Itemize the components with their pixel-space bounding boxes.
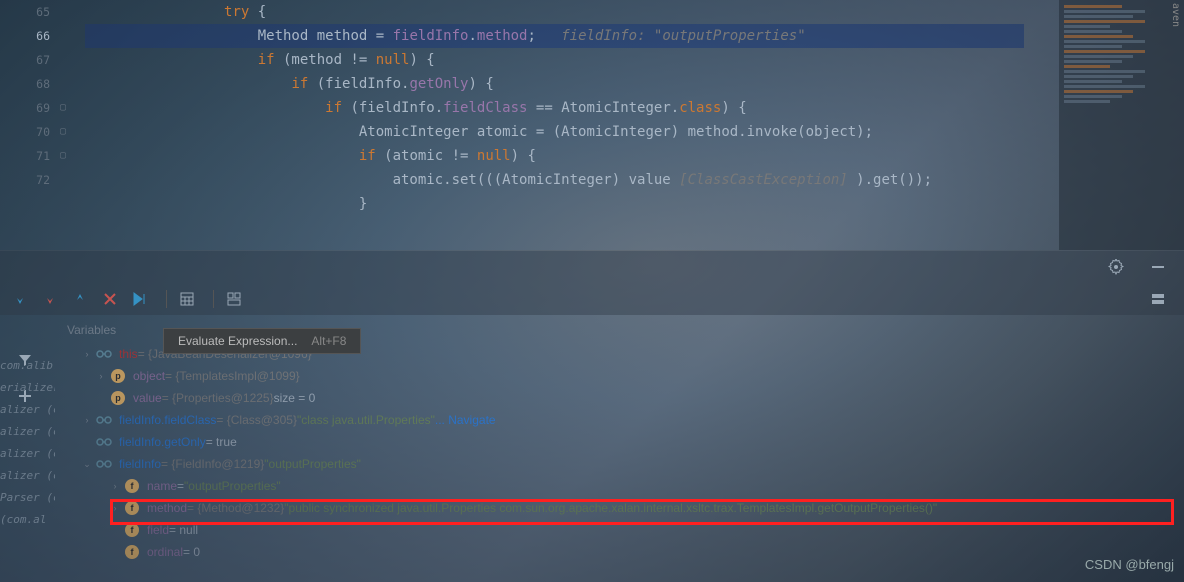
- code-content[interactable]: try { Method method = fieldInfo.method; …: [60, 0, 1184, 250]
- layout-toggle-icon[interactable]: [1146, 287, 1170, 311]
- variable-fieldclass[interactable]: › fieldInfo.fieldClass = {Class@305} "cl…: [65, 409, 1184, 431]
- code-line-72: atomic.set(((AtomicInteger) value [Class…: [165, 168, 1184, 192]
- minimap[interactable]: aven: [1059, 0, 1184, 250]
- param-icon: p: [109, 391, 127, 405]
- tooltip-label: Evaluate Expression...: [178, 334, 297, 348]
- line-number: 66: [0, 24, 50, 48]
- param-icon: p: [109, 369, 127, 383]
- tooltip-shortcut: Alt+F8: [311, 334, 346, 348]
- evaluate-expression-tooltip[interactable]: Evaluate Expression... Alt+F8: [163, 328, 361, 354]
- code-line-66: Method method = fieldInfo.method; fieldI…: [165, 24, 1184, 48]
- line-number: 68: [0, 72, 50, 96]
- line-number: 71: [0, 144, 50, 168]
- code-line-68: if (fieldInfo.getOnly) {: [165, 72, 1184, 96]
- expand-icon[interactable]: ›: [93, 367, 109, 385]
- variable-method-field[interactable]: › f method = {Method@1232} "public synch…: [65, 497, 1184, 519]
- navigate-link[interactable]: ... Navigate: [435, 411, 496, 429]
- code-line-70: AtomicInteger atomic = (AtomicInteger) m…: [165, 120, 1184, 144]
- step-cancel-icon[interactable]: [98, 287, 122, 311]
- variable-name-field[interactable]: › f name = "outputProperties": [65, 475, 1184, 497]
- variable-getonly[interactable]: fieldInfo.getOnly = true: [65, 431, 1184, 453]
- settings-icon[interactable]: [1104, 255, 1128, 279]
- collapse-icon[interactable]: ⌄: [79, 455, 95, 473]
- field-icon: f: [123, 545, 141, 559]
- variable-ordinal-field[interactable]: f ordinal = 0: [65, 541, 1184, 563]
- step-up-icon[interactable]: [68, 287, 92, 311]
- code-line-71: if (atomic != null) {: [165, 144, 1184, 168]
- variable-name: this: [119, 345, 138, 363]
- watch-icon: [95, 435, 113, 449]
- code-editor: 65 66 67 68 69 70 71 72 ▢▢▢ try { Method…: [0, 0, 1184, 250]
- variable-value[interactable]: p value = {Properties@1225} size = 0: [65, 387, 1184, 409]
- thread-frames-list: com.alib. erializer alizer (c alizer (c …: [0, 355, 55, 531]
- debug-actions-toolbar: [0, 283, 1184, 315]
- debug-toolbar: [0, 251, 1184, 283]
- step-cursor-icon[interactable]: [128, 287, 152, 311]
- expand-icon[interactable]: ›: [79, 411, 95, 429]
- variable-fieldinfo[interactable]: ⌄ fieldInfo = {FieldInfo@1219} "outputPr…: [65, 453, 1184, 475]
- line-number: 70: [0, 120, 50, 144]
- field-icon: f: [123, 523, 141, 537]
- watch-icon: [95, 347, 113, 361]
- code-line-65: try {: [165, 0, 1184, 24]
- watch-icon: [95, 413, 113, 427]
- code-line-67: if (method != null) {: [165, 48, 1184, 72]
- line-number: 72: [0, 168, 50, 192]
- field-icon: f: [123, 501, 141, 515]
- layout-icon[interactable]: [222, 287, 246, 311]
- expand-icon[interactable]: ›: [79, 345, 95, 363]
- minimize-icon[interactable]: [1146, 255, 1170, 279]
- watermark: CSDN @bfengj: [1085, 557, 1174, 572]
- step-down-blue-icon[interactable]: [8, 287, 32, 311]
- line-number: 69: [0, 96, 50, 120]
- step-down-red-icon[interactable]: [38, 287, 62, 311]
- tool-window-label[interactable]: aven: [1167, 0, 1184, 30]
- variable-field-field[interactable]: f field = null: [65, 519, 1184, 541]
- calculator-icon[interactable]: [175, 287, 199, 311]
- expand-icon[interactable]: ›: [107, 477, 123, 495]
- line-gutter: 65 66 67 68 69 70 71 72: [0, 0, 60, 250]
- line-number: 67: [0, 48, 50, 72]
- code-line-69: if (fieldInfo.fieldClass == AtomicIntege…: [165, 96, 1184, 120]
- field-icon: f: [123, 479, 141, 493]
- watch-icon: [95, 457, 113, 471]
- variable-object[interactable]: › p object = {TemplatesImpl@1099}: [65, 365, 1184, 387]
- code-line-73: }: [165, 192, 1184, 216]
- expand-icon[interactable]: ›: [107, 499, 123, 517]
- line-number: 65: [0, 0, 50, 24]
